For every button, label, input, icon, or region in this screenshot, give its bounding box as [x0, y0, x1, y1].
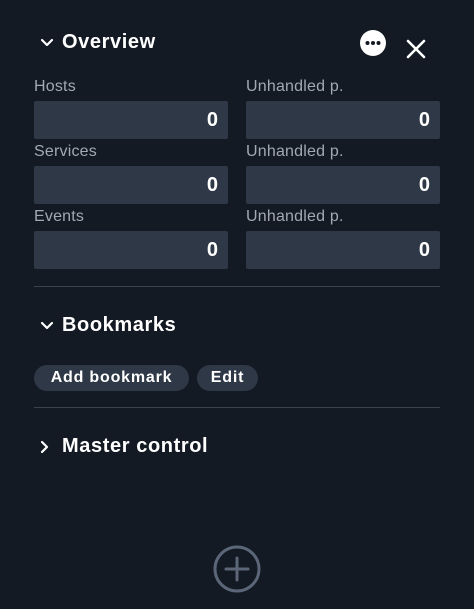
events-count[interactable]: 0 — [34, 231, 228, 269]
more-options-icon[interactable] — [360, 30, 386, 61]
events-unhandled-count[interactable]: 0 — [246, 231, 440, 269]
services-unhandled-label: Unhandled p. — [246, 143, 344, 160]
services-count[interactable]: 0 — [34, 166, 228, 204]
add-bookmark-button[interactable]: Add bookmark — [34, 365, 189, 391]
overview-section-header[interactable]: Overview — [40, 31, 156, 54]
close-icon[interactable] — [405, 38, 427, 65]
bookmarks-section-header[interactable]: Bookmarks — [40, 314, 176, 337]
chevron-right-icon — [40, 440, 62, 454]
services-unhandled-count[interactable]: 0 — [246, 166, 440, 204]
master-control-section-header[interactable]: Master control — [40, 435, 208, 458]
hosts-unhandled-label: Unhandled p. — [246, 78, 344, 95]
edit-bookmarks-button[interactable]: Edit — [197, 365, 258, 391]
services-label: Services — [34, 143, 97, 160]
section-divider — [34, 286, 440, 287]
master-control-title: Master control — [62, 435, 209, 457]
hosts-label: Hosts — [34, 78, 76, 95]
add-snapin-icon[interactable] — [213, 545, 261, 598]
hosts-unhandled-count[interactable]: 0 — [246, 101, 440, 139]
chevron-down-icon — [40, 38, 62, 48]
events-label: Events — [34, 208, 85, 225]
hosts-count[interactable]: 0 — [34, 101, 228, 139]
overview-title: Overview — [62, 31, 156, 53]
bookmarks-title: Bookmarks — [62, 314, 177, 336]
chevron-down-icon — [40, 321, 62, 331]
section-divider — [34, 407, 440, 408]
events-unhandled-label: Unhandled p. — [246, 208, 344, 225]
